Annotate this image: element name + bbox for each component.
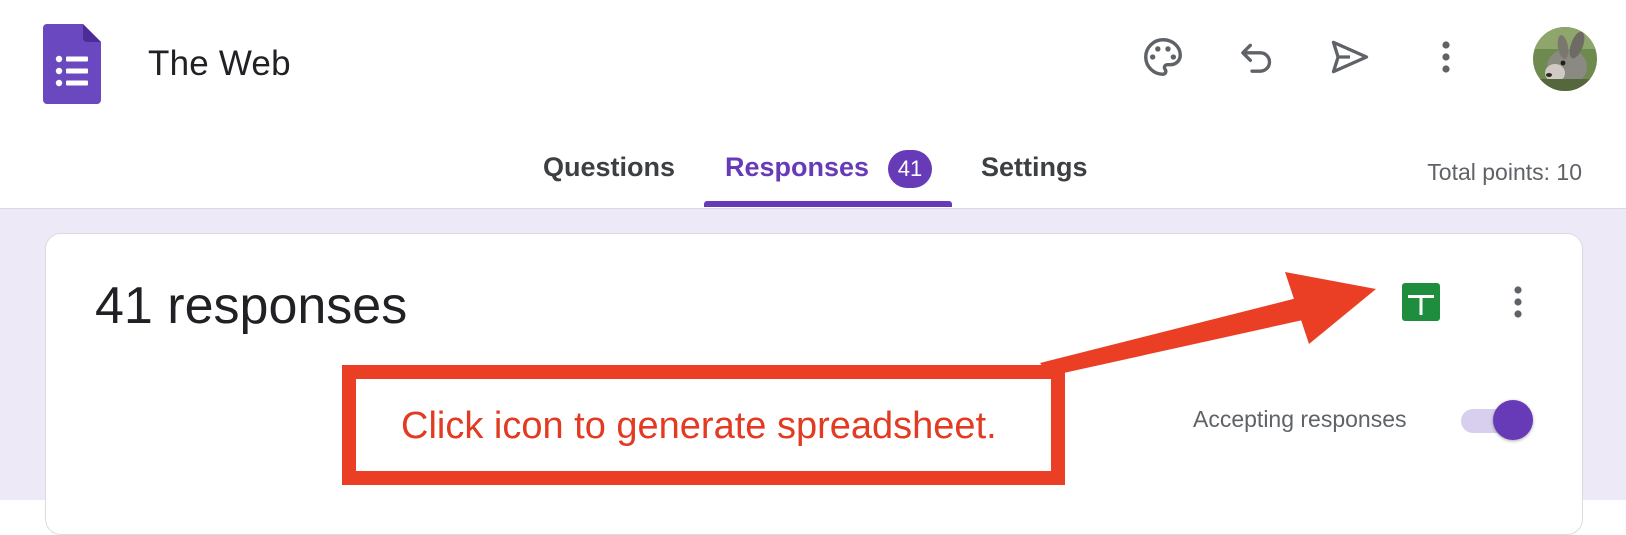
google-sheets-icon[interactable] <box>1397 278 1445 326</box>
form-title[interactable]: The Web <box>148 44 291 84</box>
google-forms-logo-icon[interactable] <box>43 24 101 104</box>
responses-count-heading: 41 responses <box>95 277 408 335</box>
accepting-responses-toggle[interactable] <box>1461 400 1535 442</box>
tab-settings[interactable]: Settings <box>981 152 1088 183</box>
header: The Web Questions Responses 41 Settings … <box>0 0 1626 210</box>
total-points: Total points: 10 <box>1427 159 1582 185</box>
toggle-knob <box>1493 400 1533 440</box>
tab-responses[interactable]: Responses <box>725 152 869 183</box>
active-tab-indicator <box>704 201 952 207</box>
user-avatar[interactable] <box>1533 27 1597 91</box>
tab-questions[interactable]: Questions <box>543 152 675 183</box>
accepting-responses-label: Accepting responses <box>1193 406 1407 432</box>
annotation-callout-text: Click icon to generate spreadsheet. <box>401 405 997 447</box>
responses-more-vert-icon[interactable] <box>1494 274 1542 330</box>
send-icon[interactable] <box>1322 29 1378 85</box>
more-vert-icon[interactable] <box>1418 29 1474 85</box>
palette-icon[interactable] <box>1135 29 1191 85</box>
responses-count-badge: 41 <box>888 150 932 188</box>
undo-icon[interactable] <box>1229 29 1285 85</box>
